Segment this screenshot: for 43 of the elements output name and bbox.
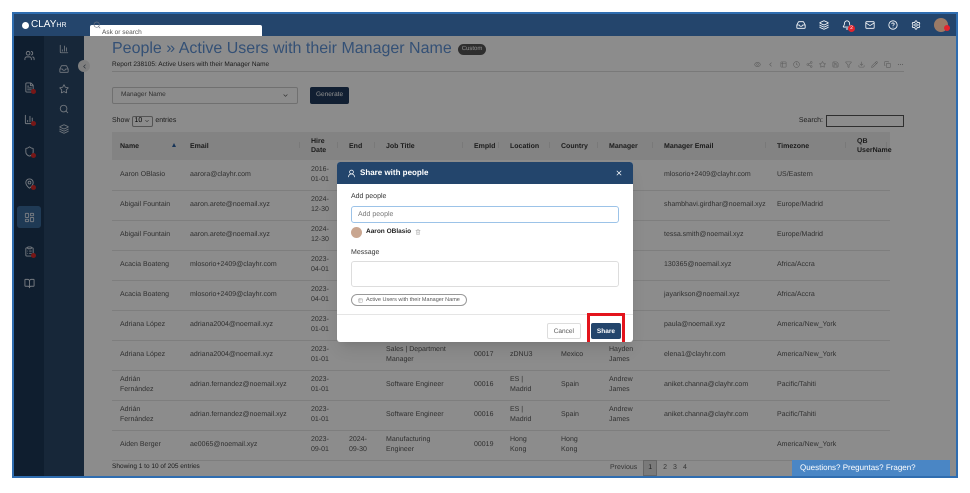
chevron-icon	[80, 62, 88, 70]
chat-widget[interactable]: Questions? Preguntas? Fragen?	[792, 460, 950, 476]
table-icon	[358, 298, 363, 302]
chevron-icon	[282, 92, 289, 98]
chart-icon[interactable]	[59, 44, 69, 54]
help-icon[interactable]	[888, 20, 898, 30]
copy-icon[interactable]	[884, 61, 891, 68]
user-icon	[347, 168, 356, 178]
back-icon[interactable]	[767, 61, 774, 68]
share-icon[interactable]	[806, 61, 813, 68]
search-icon[interactable]	[59, 104, 69, 114]
page-title: People » Active Users with their Manager Name	[112, 39, 452, 59]
filter-icon[interactable]	[845, 61, 852, 68]
users-icon	[24, 50, 34, 60]
dashboard-icon	[24, 212, 34, 222]
message-field[interactable]	[351, 261, 619, 287]
avatar	[351, 226, 362, 238]
bell-icon[interactable]	[842, 20, 852, 30]
settings-icon[interactable]	[911, 20, 921, 30]
document-icon	[24, 82, 34, 92]
trash-icon[interactable]	[415, 229, 422, 235]
logo-icon	[22, 22, 29, 28]
collapse-button[interactable]	[78, 60, 90, 72]
save-icon[interactable]	[832, 61, 839, 68]
eye-icon[interactable]	[754, 61, 761, 68]
table-search-field[interactable]	[826, 115, 904, 127]
book-icon	[24, 278, 34, 288]
close-icon[interactable]	[615, 169, 623, 177]
dialog-title: Share with people	[360, 167, 428, 179]
star-icon[interactable]	[819, 61, 826, 68]
search-icon	[93, 21, 101, 29]
pin-icon	[24, 178, 34, 188]
chevron-icon	[144, 118, 150, 124]
layers-icon[interactable]	[819, 20, 829, 30]
pencil-icon[interactable]	[871, 61, 878, 68]
shield-icon	[24, 146, 34, 156]
clipboard-icon	[24, 246, 34, 256]
avatar[interactable]	[934, 18, 948, 32]
download-icon[interactable]	[858, 61, 865, 68]
clock-icon[interactable]	[793, 61, 800, 68]
mail-icon[interactable]	[865, 20, 875, 30]
rail-item[interactable]	[17, 206, 41, 228]
chart-icon	[24, 114, 34, 124]
